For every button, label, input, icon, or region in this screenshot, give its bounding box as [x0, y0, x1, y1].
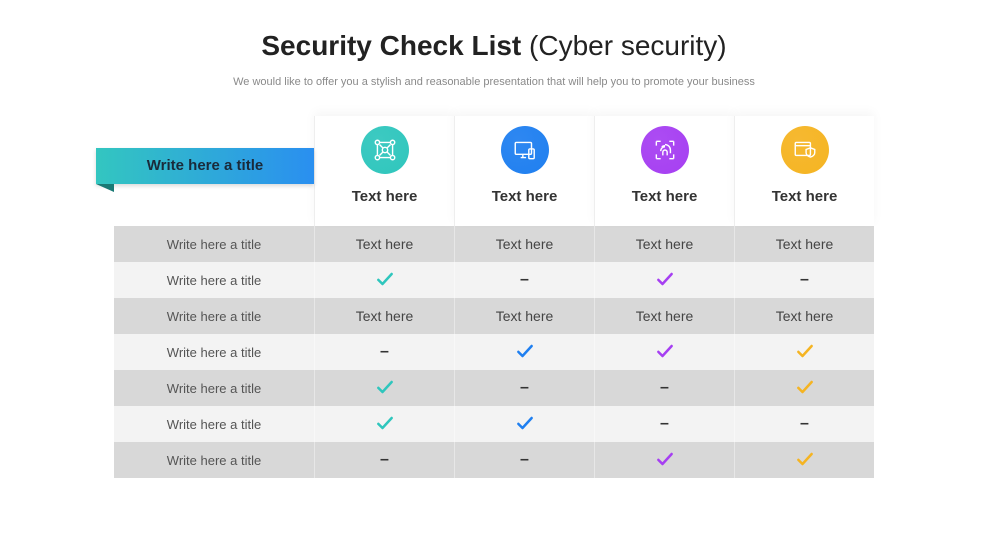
table-row: Write here a titleText hereText hereText… [114, 298, 874, 334]
slide-title: Security Check List (Cyber security) [60, 30, 928, 62]
slide-subtitle: We would like to offer you a stylish and… [60, 76, 928, 88]
table-row: Write here a title – – [114, 262, 874, 298]
table-cell [454, 406, 594, 442]
row-label: Write here a title [114, 442, 314, 478]
table-cell: – [454, 442, 594, 478]
table-cell [594, 442, 734, 478]
dash-icon: – [520, 451, 529, 469]
header-label-1: Text here [352, 188, 418, 205]
table-cell: Text here [314, 298, 454, 334]
title-bold: Security Check List [261, 30, 521, 61]
dash-icon: – [800, 415, 809, 433]
table-cell [454, 334, 594, 370]
check-icon [375, 269, 395, 292]
check-icon [515, 341, 535, 364]
row-label: Write here a title [114, 226, 314, 262]
row-label: Write here a title [114, 262, 314, 298]
dash-icon: – [380, 451, 389, 469]
check-icon [655, 449, 675, 472]
table-cell [594, 262, 734, 298]
table-row: Write here a title – – [114, 370, 874, 406]
table-cell: – [314, 442, 454, 478]
table-cell: – [454, 262, 594, 298]
header-label-cell: Write here a title [114, 116, 314, 226]
check-icon [375, 413, 395, 436]
table-body: Write here a titleText hereText hereText… [114, 226, 874, 478]
network-icon [361, 126, 409, 174]
comparison-table: Write here a title Text here [114, 116, 874, 478]
fingerprint-icon [641, 126, 689, 174]
header-col-2: Text here [454, 116, 594, 226]
check-icon [795, 341, 815, 364]
table-cell [314, 406, 454, 442]
table-cell: Text here [454, 226, 594, 262]
table-cell: Text here [594, 298, 734, 334]
dash-icon: – [800, 271, 809, 289]
table-cell: – [734, 262, 874, 298]
row-label: Write here a title [114, 370, 314, 406]
table-cell: Text here [594, 226, 734, 262]
dash-icon: – [380, 343, 389, 361]
table-cell: – [314, 334, 454, 370]
title-light: (Cyber security) [521, 30, 726, 61]
check-icon [795, 449, 815, 472]
table-row: Write here a title – – [114, 406, 874, 442]
table-cell [734, 334, 874, 370]
row-label: Write here a title [114, 406, 314, 442]
slide: Security Check List (Cyber security) We … [0, 0, 988, 556]
header-label-3: Text here [632, 188, 698, 205]
table-cell: Text here [454, 298, 594, 334]
dash-icon: – [520, 379, 529, 397]
header-col-4: Text here [734, 116, 874, 226]
header-col-3: Text here [594, 116, 734, 226]
table-cell [734, 442, 874, 478]
table-cell [314, 262, 454, 298]
dash-icon: – [520, 271, 529, 289]
check-icon [515, 413, 535, 436]
row-label: Write here a title [114, 334, 314, 370]
table-cell [734, 370, 874, 406]
table-cell: – [734, 406, 874, 442]
table-cell [314, 370, 454, 406]
table-cell: – [454, 370, 594, 406]
table-cell [594, 334, 734, 370]
check-icon [375, 377, 395, 400]
check-icon [655, 269, 675, 292]
table-row: Write here a titleText hereText hereText… [114, 226, 874, 262]
table-cell: – [594, 406, 734, 442]
header-col-1: Text here [314, 116, 454, 226]
row-label: Write here a title [114, 298, 314, 334]
dash-icon: – [660, 379, 669, 397]
check-icon [655, 341, 675, 364]
table-cell: Text here [314, 226, 454, 262]
table-row: Write here a title – – [114, 442, 874, 478]
dash-icon: – [660, 415, 669, 433]
header-label-4: Text here [772, 188, 838, 205]
ribbon-title: Write here a title [96, 148, 314, 184]
table-cell: Text here [734, 298, 874, 334]
table-header-row: Write here a title Text here [114, 116, 874, 226]
table-cell: – [594, 370, 734, 406]
header-label-2: Text here [492, 188, 558, 205]
browser-shield-icon [781, 126, 829, 174]
monitor-icon [501, 126, 549, 174]
check-icon [795, 377, 815, 400]
table-row: Write here a title – [114, 334, 874, 370]
table-cell: Text here [734, 226, 874, 262]
